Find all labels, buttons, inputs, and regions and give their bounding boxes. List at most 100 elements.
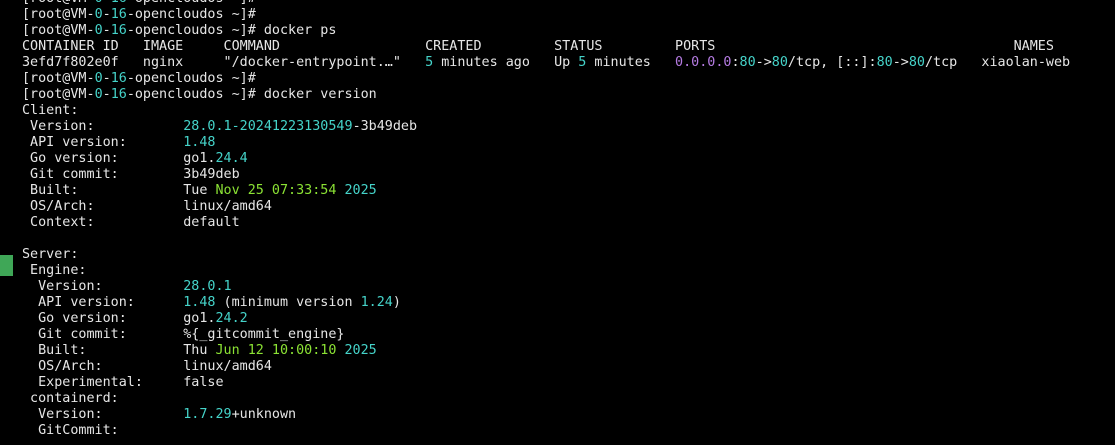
terminal-line: API version: 1.48 (22, 135, 1115, 151)
terminal-text-segment: - (102, 23, 111, 38)
terminal-text-segment: - (103, 0, 111, 6)
terminal-line: [root@VM-0-16-opencloudos ~]# docker ps (22, 23, 1115, 39)
terminal-text-segment: 2025 (344, 183, 377, 198)
terminal-text-segment: 0 (94, 7, 103, 22)
terminal-window[interactable]: [root@VM-0-16-opencloudos ~]# [root@VM-0-… (0, 0, 1115, 445)
terminal-text-segment: 0 (95, 0, 103, 6)
terminal-text-segment: API version: (22, 295, 184, 310)
terminal-text-segment: -opencloudos ~]# docker version (126, 87, 377, 102)
terminal-text-segment: CONTAINER ID IMAGE COMMAND CREATED STATU… (22, 39, 1054, 54)
terminal-text-segment: OS/Arch: linux/amd64 (22, 199, 272, 214)
terminal-output[interactable]: [root@VM-0-16-opencloudos ~]# [root@VM-0-… (22, 0, 1115, 439)
terminal-text-segment: -> (892, 55, 909, 70)
terminal-line: Built: Tue Nov 25 07:33:54 2025 (22, 183, 1115, 199)
terminal-line: API version: 1.48 (minimum version 1.24) (22, 295, 1115, 311)
terminal-line: Client: (22, 103, 1115, 119)
terminal-text-segment: Built: Thu (22, 343, 216, 358)
terminal-text-segment: -> (755, 55, 772, 70)
terminal-text-segment: -opencloudos ~]# (127, 0, 256, 6)
terminal-text-segment: GitCommit: (22, 423, 119, 438)
terminal-text-segment: /tcp, [::]: (787, 55, 877, 70)
terminal-text-segment: Version: (22, 407, 184, 422)
terminal-text-segment: (minimum version (215, 295, 361, 310)
terminal-line: Server: (22, 247, 1115, 263)
terminal-text-segment: : (731, 55, 740, 70)
terminal-text-segment: 0 (94, 23, 103, 38)
terminal-line: Git commit: 3b49deb (22, 167, 1115, 183)
terminal-text-segment: API version: (22, 135, 184, 150)
terminal-line: 3efd7f802e0f nginx "/docker-entrypoint.…… (22, 55, 1115, 71)
terminal-text-segment: Go version: go1. (22, 311, 216, 326)
terminal-text-segment: OS/Arch: linux/amd64 (22, 359, 272, 374)
terminal-text-segment: 16 (110, 23, 127, 38)
terminal-text-segment: 1.48 (183, 295, 216, 310)
terminal-text-segment: 1.7.29 (183, 407, 232, 422)
terminal-text-segment: 24.2 (215, 311, 248, 326)
terminal-text-segment: minutes (586, 55, 676, 70)
terminal-text-segment: Git commit: %{_gitcommit_engine} (22, 327, 345, 342)
terminal-text-segment: 1.24 (360, 295, 393, 310)
terminal-text-segment: [root@VM- (22, 71, 95, 86)
terminal-text-segment: 24.4 (215, 151, 248, 166)
terminal-text-segment: -opencloudos ~]# (126, 71, 256, 86)
terminal-line: Version: 28.0.1 (22, 279, 1115, 295)
terminal-text-segment: Engine: (22, 263, 87, 278)
terminal-text-segment: Built: Tue (22, 183, 216, 198)
terminal-text-segment: 80 (908, 55, 925, 70)
terminal-line: Built: Thu Jun 12 10:00:10 2025 (22, 343, 1115, 359)
terminal-line: Version: 28.0.1-20241223130549-3b49deb (22, 119, 1115, 135)
terminal-text-segment: +unknown (231, 407, 297, 422)
terminal-text-segment: ) (392, 295, 401, 310)
terminal-text-segment: 16 (111, 0, 127, 6)
terminal-line: Go version: go1.24.2 (22, 311, 1115, 327)
terminal-line: [root@VM-0-16-opencloudos ~]# (22, 71, 1115, 87)
terminal-text-segment: [root@VM- (22, 7, 95, 22)
terminal-text-segment: 28.0.1 (183, 279, 232, 294)
terminal-line: Git commit: %{_gitcommit_engine} (22, 327, 1115, 343)
terminal-text-segment: 5 (425, 55, 434, 70)
terminal-text-segment: Git commit: 3b49deb (22, 167, 240, 182)
terminal-text-segment: 0 (94, 71, 103, 86)
terminal-text-segment: 16 (110, 87, 127, 102)
terminal-text-segment: /tcp xiaolan-web (924, 55, 1071, 70)
terminal-text-segment: [root@VM- (22, 0, 95, 6)
terminal-text-segment: minutes ago Up (433, 55, 579, 70)
terminal-text-segment: 80 (876, 55, 893, 70)
terminal-line: [root@VM-0-16-opencloudos ~]# docker ver… (22, 87, 1115, 103)
terminal-text-segment: -opencloudos ~]# docker ps (126, 23, 337, 38)
terminal-text-segment: [root@VM- (22, 23, 95, 38)
terminal-line: [root@VM-0-16-opencloudos ~]# (22, 7, 1115, 23)
terminal-text-segment: 16 (110, 71, 127, 86)
terminal-line: OS/Arch: linux/amd64 (22, 199, 1115, 215)
terminal-text-segment: Experimental: false (22, 375, 224, 390)
terminal-text-segment: - (102, 87, 111, 102)
terminal-text-segment: Context: default (22, 215, 240, 230)
terminal-text-segment: 80 (771, 55, 788, 70)
terminal-text-segment: 1.48 (183, 135, 216, 150)
terminal-line: Engine: (22, 263, 1115, 279)
terminal-line: GitCommit: (22, 423, 1115, 439)
terminal-text-segment: Client: (22, 103, 79, 118)
terminal-text-segment: Go version: go1. (22, 151, 216, 166)
terminal-text-segment: 80 (739, 55, 756, 70)
terminal-text-segment: 16 (110, 7, 127, 22)
terminal-line: [root@VM-0-16-opencloudos ~]# (22, 0, 1115, 7)
terminal-text-segment: 0.0.0.0 (675, 55, 732, 70)
terminal-line: Experimental: false (22, 375, 1115, 391)
terminal-text-segment: containerd: (22, 391, 119, 406)
terminal-text-segment: Version: (22, 279, 184, 294)
terminal-text-segment: 28.0.1-20241223130549 (183, 119, 353, 134)
terminal-line: Version: 1.7.29+unknown (22, 407, 1115, 423)
terminal-text-segment: 2025 (344, 343, 377, 358)
terminal-line: Go version: go1.24.4 (22, 151, 1115, 167)
terminal-text-segment: [root@VM- (22, 87, 95, 102)
terminal-text-segment: -3b49deb (352, 119, 418, 134)
terminal-text-segment: -opencloudos ~]# (126, 7, 256, 22)
terminal-text-segment: Server: (22, 247, 79, 262)
terminal-text-segment: Version: (22, 119, 184, 134)
terminal-text-segment: Nov 25 07:33:54 (215, 183, 337, 198)
terminal-text-segment: - (102, 7, 111, 22)
terminal-text-segment: 3efd7f802e0f nginx "/docker-entrypoint.…… (22, 55, 426, 70)
scrollbar-marker (0, 255, 13, 276)
